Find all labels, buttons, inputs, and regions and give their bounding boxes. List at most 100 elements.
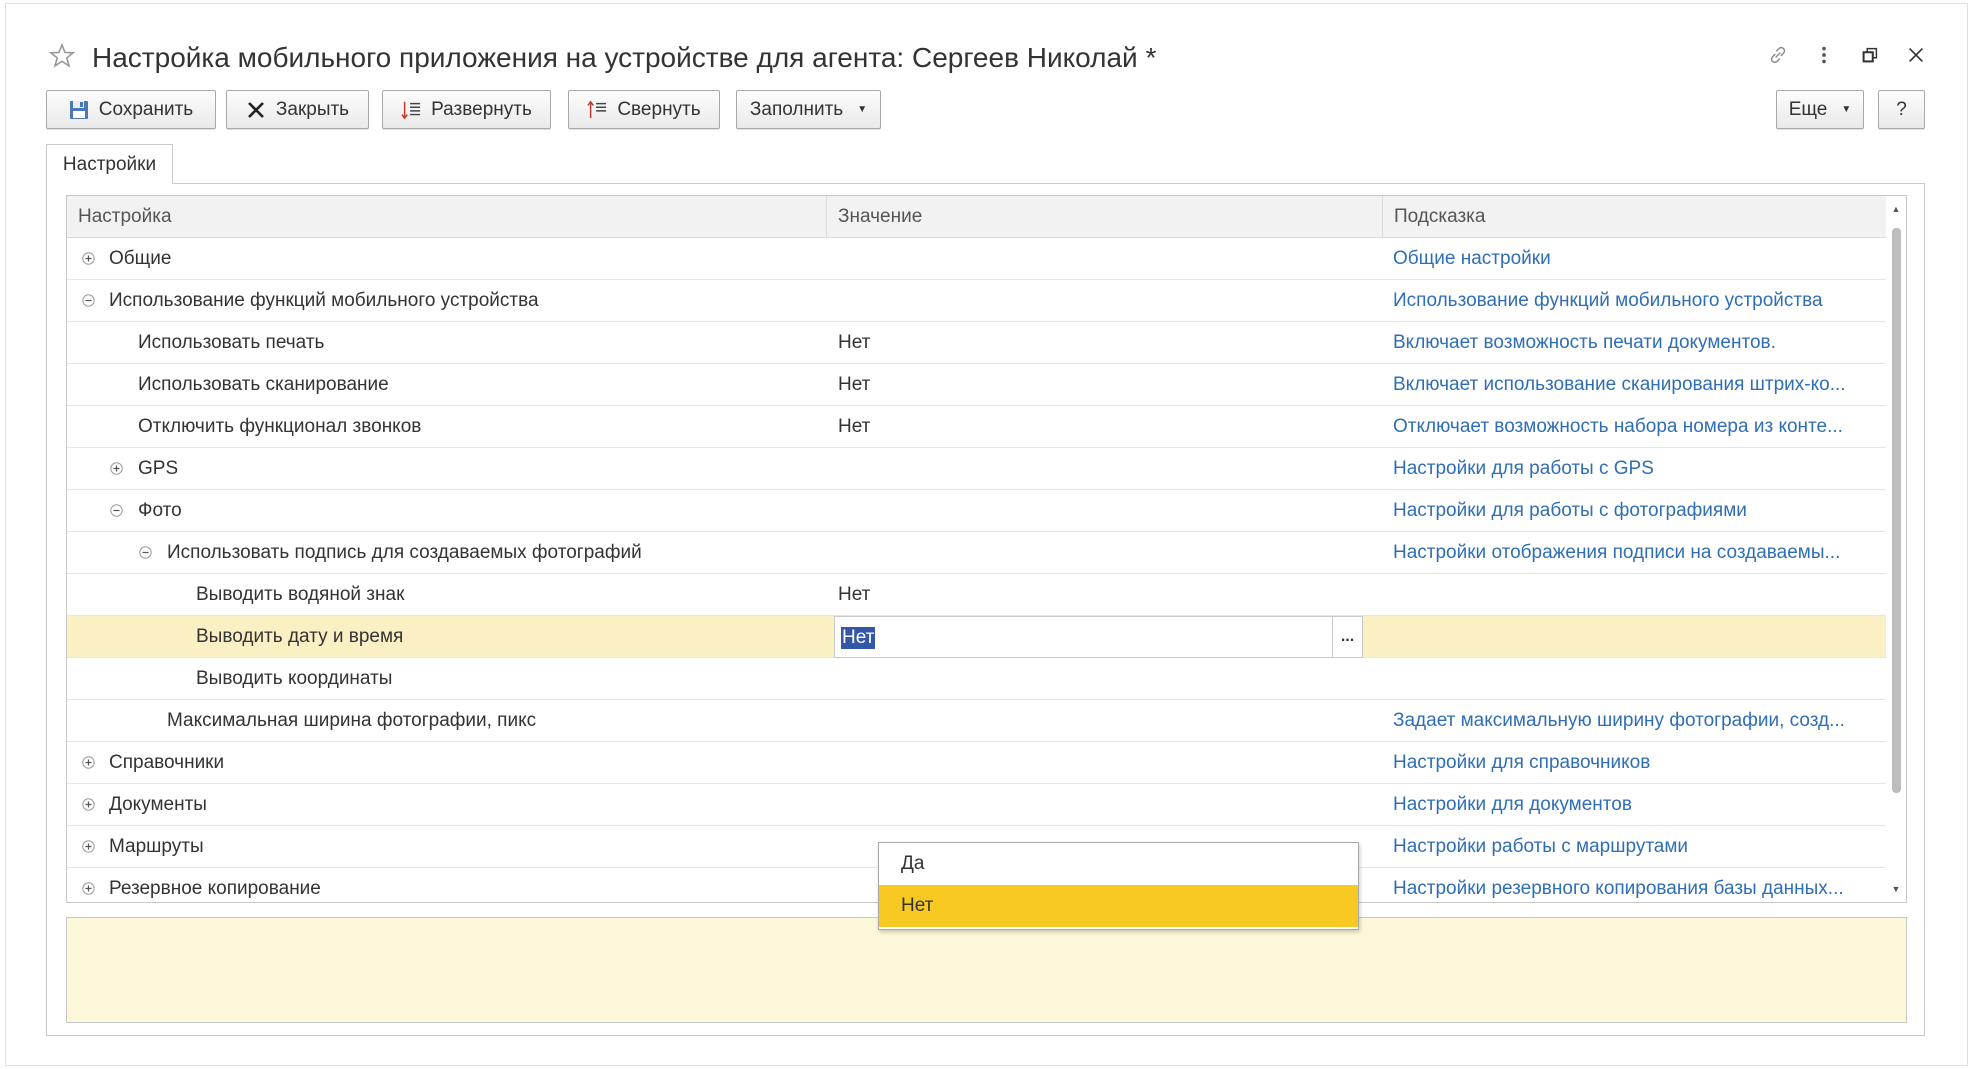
tab-panel-settings: Настройка Значение Подсказка Общие Общие… xyxy=(46,183,1925,1036)
setting-cell: Справочники xyxy=(67,742,827,784)
value-cell[interactable]: Нет xyxy=(838,574,1378,616)
table-row[interactable]: Справочники Настройки для справочников xyxy=(67,742,1887,784)
hint-link[interactable]: Настройки для работы с фотографиями xyxy=(1393,490,1883,532)
setting-cell: Общие xyxy=(67,238,827,280)
column-header-setting[interactable]: Настройка xyxy=(67,196,827,238)
setting-name: Выводить координаты xyxy=(196,668,393,689)
value-cell[interactable] xyxy=(838,658,1378,700)
dropdown-option-yes[interactable]: Да xyxy=(879,843,1358,885)
vertical-scrollbar[interactable]: ▲ ▼ xyxy=(1886,196,1906,902)
table-row[interactable]: Использовать сканирование Нет Включает и… xyxy=(67,364,1887,406)
column-header-value[interactable]: Значение xyxy=(827,196,1383,238)
hint-link[interactable]: Настройки для работы с GPS xyxy=(1393,448,1883,490)
hint-link[interactable]: Настройки отображения подписи на создава… xyxy=(1393,532,1883,574)
value-cell[interactable] xyxy=(838,742,1378,784)
hint-link[interactable]: Настройки для справочников xyxy=(1393,742,1883,784)
value-cell[interactable] xyxy=(838,280,1378,322)
hint-link[interactable]: Отключает возможность набора номера из к… xyxy=(1393,406,1883,448)
collapse-button[interactable]: Свернуть xyxy=(568,90,720,129)
restore-icon[interactable] xyxy=(1859,44,1881,66)
value-cell[interactable] xyxy=(838,448,1378,490)
expand-plus-icon[interactable] xyxy=(82,252,95,265)
expand-plus-icon[interactable] xyxy=(82,882,95,895)
hint-link[interactable] xyxy=(1393,574,1883,616)
setting-name: Выводить дату и время xyxy=(196,626,404,647)
value-editor-field[interactable]: Нет ... xyxy=(834,616,1363,658)
expand-plus-icon[interactable] xyxy=(82,840,95,853)
setting-cell: Выводить водяной знак xyxy=(67,574,827,616)
save-button-label: Сохранить xyxy=(98,98,194,120)
value-cell[interactable] xyxy=(838,700,1378,742)
table-row-selected[interactable]: Выводить дату и время Нет ... xyxy=(67,616,1887,658)
setting-cell: Фото xyxy=(67,490,827,532)
scrollbar-thumb[interactable] xyxy=(1892,228,1901,793)
collapse-minus-icon[interactable] xyxy=(139,546,152,559)
table-row[interactable]: Документы Настройки для документов xyxy=(67,784,1887,826)
hint-link[interactable]: Включает возможность печати документов. xyxy=(1393,322,1883,364)
caret-down-icon: ▼ xyxy=(857,104,868,115)
hint-link[interactable]: Настройки резервного копирования базы да… xyxy=(1393,868,1883,902)
setting-name: Отключить функционал звонков xyxy=(138,416,422,437)
setting-cell: Максимальная ширина фотографии, пикс xyxy=(67,700,827,742)
scroll-down-arrow-icon[interactable]: ▼ xyxy=(1891,884,1901,894)
table-row[interactable]: Использовать печать Нет Включает возможн… xyxy=(67,322,1887,364)
close-button[interactable]: Закрыть xyxy=(226,90,369,129)
more-dropdown-button[interactable]: Еще ▼ xyxy=(1776,90,1864,129)
table-row[interactable]: Использование функций мобильного устройс… xyxy=(67,280,1887,322)
setting-cell: Документы xyxy=(67,784,827,826)
value-cell[interactable] xyxy=(838,490,1378,532)
value-cell[interactable]: Нет xyxy=(838,364,1378,406)
table-row[interactable]: Общие Общие настройки xyxy=(67,238,1887,280)
value-cell[interactable] xyxy=(838,238,1378,280)
help-button[interactable]: ? xyxy=(1878,90,1925,129)
collapse-minus-icon[interactable] xyxy=(110,504,123,517)
table-row[interactable]: Использовать подпись для создаваемых фот… xyxy=(67,532,1887,574)
setting-name: Использовать подпись для создаваемых фот… xyxy=(167,542,642,563)
star-icon[interactable] xyxy=(48,42,76,70)
setting-cell: Отключить функционал звонков xyxy=(67,406,827,448)
editor-selected-text[interactable]: Нет xyxy=(841,627,876,649)
table-row[interactable]: Отключить функционал звонков Нет Отключа… xyxy=(67,406,1887,448)
fill-dropdown-button[interactable]: Заполнить ▼ xyxy=(736,90,881,129)
window-title: Настройка мобильного приложения на устро… xyxy=(92,42,1157,73)
link-icon[interactable] xyxy=(1767,44,1789,66)
more-vertical-icon[interactable] xyxy=(1813,44,1835,66)
hint-link[interactable]: Настройки работы с маршрутами xyxy=(1393,826,1883,868)
close-icon[interactable] xyxy=(1905,44,1927,66)
expand-plus-icon[interactable] xyxy=(82,798,95,811)
settings-window: Настройка мобильного приложения на устро… xyxy=(5,3,1968,1066)
hint-link[interactable] xyxy=(1393,616,1883,658)
settings-grid: Настройка Значение Подсказка Общие Общие… xyxy=(66,195,1907,903)
table-row[interactable]: GPS Настройки для работы с GPS xyxy=(67,448,1887,490)
expand-plus-icon[interactable] xyxy=(110,462,123,475)
tab-settings[interactable]: Настройки xyxy=(46,144,173,184)
table-row[interactable]: Выводить координаты xyxy=(67,658,1887,700)
expand-button[interactable]: Развернуть xyxy=(382,90,551,129)
choice-button[interactable]: ... xyxy=(1332,617,1362,657)
value-cell[interactable]: Нет xyxy=(838,406,1378,448)
hint-link[interactable] xyxy=(1393,658,1883,700)
hint-link[interactable]: Общие настройки xyxy=(1393,238,1883,280)
table-row[interactable]: Выводить водяной знак Нет xyxy=(67,574,1887,616)
close-x-icon xyxy=(246,100,266,120)
scroll-up-arrow-icon[interactable]: ▲ xyxy=(1891,204,1901,214)
expand-plus-icon[interactable] xyxy=(82,756,95,769)
dropdown-option-no[interactable]: Нет xyxy=(879,885,1358,927)
hint-link[interactable]: Включает использование сканирования штри… xyxy=(1393,364,1883,406)
hint-link[interactable]: Настройки для документов xyxy=(1393,784,1883,826)
setting-cell: Резервное копирование xyxy=(67,868,827,902)
title-actions xyxy=(1767,44,1927,66)
collapse-minus-icon[interactable] xyxy=(82,294,95,307)
column-header-hint[interactable]: Подсказка xyxy=(1383,196,1887,238)
hint-link[interactable]: Задает максимальную ширину фотографии, с… xyxy=(1393,700,1883,742)
help-button-label: ? xyxy=(1896,98,1907,120)
table-row[interactable]: Максимальная ширина фотографии, пикс Зад… xyxy=(67,700,1887,742)
toolbar: Сохранить Закрыть Развернуть Свернуть За… xyxy=(46,90,1946,130)
save-button[interactable]: Сохранить xyxy=(46,90,216,129)
value-cell[interactable]: Нет xyxy=(838,322,1378,364)
hint-link[interactable]: Использование функций мобильного устройс… xyxy=(1393,280,1883,322)
value-cell[interactable] xyxy=(838,784,1378,826)
setting-name: Резервное копирование xyxy=(109,878,321,899)
value-cell[interactable] xyxy=(838,532,1378,574)
table-row[interactable]: Фото Настройки для работы с фотографиями xyxy=(67,490,1887,532)
